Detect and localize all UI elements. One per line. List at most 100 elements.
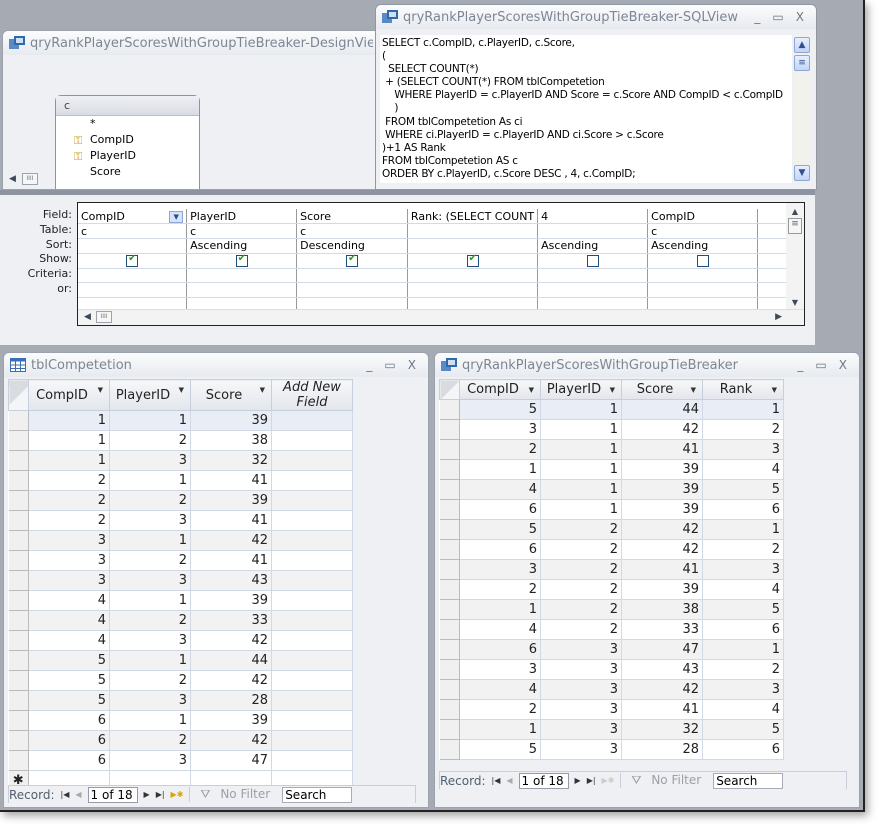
sort-dropdown-icon[interactable]: ▼: [529, 386, 534, 394]
query-window-titlebar[interactable]: qryRankPlayerScoresWithGroupTieBreaker _…: [435, 353, 859, 377]
table-row[interactable]: 5 2 42 1: [439, 519, 784, 540]
grid-cell-field[interactable]: ▼ CompID: [78, 209, 188, 225]
table-cell[interactable]: 4: [459, 679, 541, 700]
row-selector[interactable]: [439, 439, 460, 460]
table-row[interactable]: 5 2 42: [8, 670, 353, 691]
row-selector[interactable]: [8, 430, 29, 451]
show-checkbox[interactable]: [346, 253, 359, 268]
table-cell[interactable]: 3: [540, 719, 622, 740]
table-cell[interactable]: 33: [621, 619, 703, 640]
table-cell[interactable]: 2: [702, 659, 784, 680]
grid-cell-sort[interactable]: Ascending: [647, 238, 759, 254]
table-cell[interactable]: 2: [109, 730, 191, 751]
row-selector[interactable]: [439, 479, 460, 500]
table-cell[interactable]: 5: [28, 650, 110, 671]
row-selector[interactable]: [439, 499, 460, 520]
table-cell[interactable]: 39: [621, 499, 703, 520]
table-cell[interactable]: 28: [621, 739, 703, 760]
search-input[interactable]: Search: [713, 772, 784, 789]
query-datasheet[interactable]: CompID ▼ PlayerID ▼ Score ▼ Rank ▼ 5 1 44 1 3 1 42 2 2 1 4…: [439, 379, 784, 760]
table-cell[interactable]: 5: [702, 719, 784, 740]
table-cell[interactable]: 1: [109, 650, 191, 671]
row-selector[interactable]: [8, 470, 29, 491]
table-cell[interactable]: 1: [109, 710, 191, 731]
new-record-icon[interactable]: ▶✱: [171, 790, 184, 799]
next-record-icon[interactable]: ▶: [575, 776, 581, 785]
grid-cell-show[interactable]: [647, 253, 759, 269]
table-cell[interactable]: [271, 690, 353, 711]
table-cell[interactable]: 5: [28, 670, 110, 691]
close-button[interactable]: X: [839, 358, 847, 372]
table-row[interactable]: 5 1 44 1: [439, 399, 784, 420]
table-cell[interactable]: 39: [190, 410, 272, 431]
table-cell[interactable]: 3: [540, 739, 622, 760]
field-list-c[interactable]: c * ⚿ CompID ⚿ PlayerID Score: [55, 95, 200, 189]
table-cell[interactable]: 2: [28, 510, 110, 531]
table-cell[interactable]: 3: [109, 450, 191, 471]
table-cell[interactable]: 5: [702, 479, 784, 500]
show-checkbox[interactable]: [466, 253, 479, 268]
grid-cell-show[interactable]: [296, 253, 408, 269]
table-cell[interactable]: 6: [459, 639, 541, 660]
table-cell[interactable]: 6: [702, 619, 784, 640]
table-cell[interactable]: [271, 470, 353, 491]
maximize-button[interactable]: ▭: [384, 358, 395, 372]
grid-hscroll[interactable]: ◀ IIII ▶: [78, 309, 804, 325]
table-row[interactable]: 2 2 39 4: [439, 579, 784, 600]
table-row[interactable]: 3 3 43: [8, 570, 353, 591]
table-cell[interactable]: [271, 510, 353, 531]
scroll-left-icon[interactable]: ◀: [84, 312, 91, 322]
chevron-down-icon[interactable]: ▼: [169, 210, 184, 223]
show-checkbox[interactable]: [586, 255, 599, 268]
grid-cell-sort[interactable]: [78, 238, 188, 254]
table-cell[interactable]: 6: [459, 499, 541, 520]
table-datasheet[interactable]: CompID ▼ PlayerID ▼ Score ▼ Add New Field 1 1 39 1…: [8, 379, 353, 791]
grid-cell-sort[interactable]: Ascending: [537, 238, 649, 254]
row-selector[interactable]: [439, 639, 460, 660]
query-design-grid[interactable]: ▼ CompID PlayerID Score Rank: (SELECT COUNT 4…: [77, 202, 805, 326]
table-cell[interactable]: [271, 610, 353, 631]
row-selector[interactable]: [439, 719, 460, 740]
table-cell[interactable]: 4: [459, 619, 541, 640]
scroll-thumb[interactable]: ≡: [788, 218, 802, 234]
scroll-thumb[interactable]: IIII: [96, 311, 112, 323]
grid-cell-table[interactable]: [407, 223, 539, 240]
table-cell[interactable]: 2: [540, 619, 622, 640]
scroll-left-icon[interactable]: ◀: [9, 174, 16, 184]
table-row[interactable]: 1 2 38: [8, 430, 353, 451]
row-selector[interactable]: [439, 659, 460, 680]
table-cell[interactable]: 32: [621, 719, 703, 740]
table-cell[interactable]: 2: [540, 579, 622, 600]
table-cell[interactable]: 5: [459, 399, 541, 420]
table-cell[interactable]: 44: [190, 650, 272, 671]
table-row[interactable]: 6 2 42 2: [439, 539, 784, 560]
current-record-field[interactable]: 1 of 18: [87, 786, 138, 803]
table-cell[interactable]: 3: [702, 559, 784, 580]
table-row[interactable]: 2 3 41 4: [439, 699, 784, 720]
field-list-item[interactable]: *: [56, 116, 199, 132]
table-cell[interactable]: 42: [621, 679, 703, 700]
table-cell[interactable]: 4: [702, 579, 784, 600]
grid-cell-criteria[interactable]: [296, 268, 408, 284]
row-selector[interactable]: [439, 739, 460, 760]
table-cell[interactable]: 2: [109, 490, 191, 511]
table-row[interactable]: 5 3 28: [8, 690, 353, 711]
table-cell[interactable]: 39: [621, 459, 703, 480]
table-cell[interactable]: 3: [540, 679, 622, 700]
row-selector[interactable]: [439, 579, 460, 600]
row-selector[interactable]: [8, 530, 29, 551]
table-cell[interactable]: 4: [702, 459, 784, 480]
table-cell[interactable]: 3: [28, 530, 110, 551]
table-cell[interactable]: 2: [459, 699, 541, 720]
table-cell[interactable]: 2: [540, 559, 622, 580]
table-cell[interactable]: 1: [28, 430, 110, 451]
last-record-icon[interactable]: ▶|: [156, 790, 165, 799]
column-header[interactable]: Score ▼: [190, 379, 272, 411]
table-cell[interactable]: [271, 670, 353, 691]
current-record-field[interactable]: 1 of 18: [518, 772, 569, 789]
table-cell[interactable]: 2: [702, 539, 784, 560]
table-cell[interactable]: 41: [621, 699, 703, 720]
grid-cell-table[interactable]: c: [78, 223, 188, 240]
new-record-icon[interactable]: ▶✱: [602, 776, 615, 785]
close-button[interactable]: X: [796, 10, 804, 24]
